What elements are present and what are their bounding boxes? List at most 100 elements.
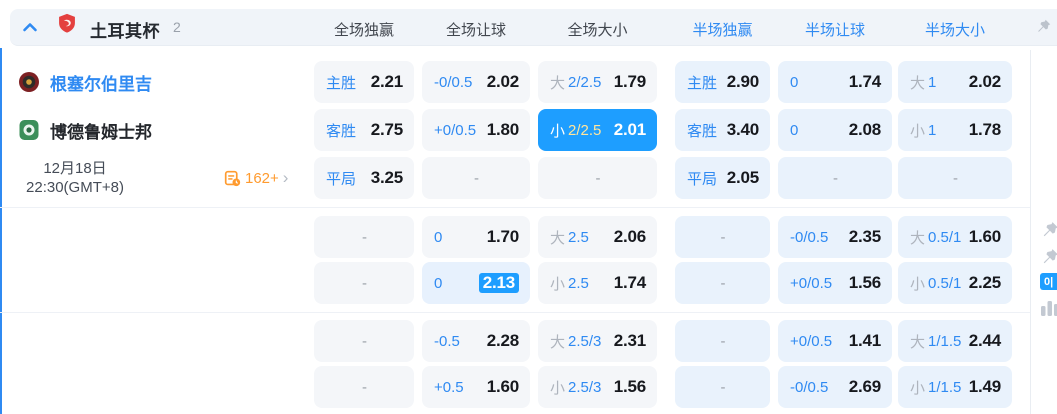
odds-value: 2.31 — [613, 331, 646, 350]
odds-value: 2.13 — [478, 273, 519, 293]
pushpin-icon[interactable] — [1040, 247, 1057, 267]
handicap-line: +0/0.5 — [790, 274, 833, 292]
bet-label: 客胜 — [326, 122, 357, 140]
handicap-line: 2/2.5 — [568, 73, 602, 91]
odds-value: 1.70 — [486, 227, 519, 246]
document-clock-icon — [224, 170, 241, 187]
odds-value: 2.69 — [848, 377, 881, 396]
handicap-line: -0/0.5 — [790, 378, 829, 396]
collapse-chevron-up-icon[interactable] — [20, 17, 40, 37]
bet-option: 客胜 — [687, 120, 717, 141]
column-header-halftime-handicap: 半场让球 — [804, 22, 865, 39]
odds-value: 1.80 — [486, 120, 519, 139]
bet-option: +0/0.5 — [434, 122, 476, 139]
bet-option: 0 — [790, 122, 798, 139]
odds-value: 2.02 — [486, 72, 519, 91]
odds-cell[interactable]: 平局 2.05 — [675, 157, 770, 199]
odds-cell[interactable]: 主胜 2.21 — [314, 61, 414, 103]
handicap-line: 2/2.5 — [568, 121, 602, 139]
odds-value: 2.21 — [370, 72, 403, 91]
odds-cell[interactable]: -0/0.5 2.35 — [778, 216, 892, 258]
odds-cell[interactable]: 主胜 2.90 — [675, 61, 770, 103]
bet-option: 大 2.5 — [550, 227, 589, 248]
odds-cell[interactable]: 客胜 2.75 — [314, 109, 414, 151]
odds-cell[interactable]: +0/0.5 1.56 — [778, 262, 892, 304]
odds-cell-empty: - — [314, 320, 414, 362]
column-header-fulltime-overunder: 全场大小 — [567, 22, 628, 39]
league-name: 土耳其杯 — [90, 22, 160, 41]
odds-value: 1.41 — [848, 331, 881, 350]
bet-option: 主胜 — [687, 72, 717, 93]
odds-cell-empty: - — [675, 366, 770, 408]
more-markets-count: 162+ — [245, 169, 279, 187]
away-team-badge — [18, 119, 40, 141]
home-team-badge — [18, 71, 40, 93]
odds-cell[interactable]: 0 1.74 — [778, 61, 892, 103]
odds-cell[interactable]: -0/0.5 2.02 — [422, 61, 530, 103]
away-team-row[interactable]: 博德鲁姆士邦 — [18, 109, 152, 151]
odds-cell-empty: - — [778, 157, 892, 199]
handicap-line: 1 — [928, 73, 937, 91]
bet-option: 小 0.5/1 — [910, 273, 961, 294]
odds-cell[interactable]: 大 0.5/1 1.60 — [898, 216, 1012, 258]
match-datetime: 12月18日 22:30(GMT+8) — [4, 159, 146, 197]
odds-cell[interactable]: 小 2/2.5 2.01 — [538, 109, 657, 151]
no-odds-dash: - — [953, 169, 958, 187]
odds-cell[interactable]: 小 1 1.78 — [898, 109, 1012, 151]
more-markets-link[interactable]: 162+ › — [224, 157, 288, 199]
bet-option: 小 2/2.5 — [550, 120, 601, 141]
odds-cell[interactable]: 大 2.5/3 2.31 — [538, 320, 657, 362]
odds-cell[interactable]: -0/0.5 2.69 — [778, 366, 892, 408]
betting-odds-panel: 土耳其杯 2 全场独赢 全场让球 全场大小 半场独赢 半场让球 半场大小 根塞尔… — [0, 0, 1057, 414]
bar-chart-icon[interactable] — [1040, 298, 1057, 316]
bet-option: 小 2.5 — [550, 273, 589, 294]
handicap-line: 0 — [434, 228, 443, 246]
odds-cell[interactable]: 小 0.5/1 2.25 — [898, 262, 1012, 304]
bet-label: 客胜 — [687, 122, 718, 140]
away-team-name: 博德鲁姆士邦 — [50, 122, 152, 142]
bet-label: 主胜 — [326, 74, 357, 92]
odds-value: 2.02 — [968, 72, 1001, 91]
odds-cell[interactable]: 大 1 2.02 — [898, 61, 1012, 103]
odds-cell[interactable]: 0 2.08 — [778, 109, 892, 151]
odds-cell[interactable]: 平局 3.25 — [314, 157, 414, 199]
odds-cell[interactable]: +0/0.5 1.80 — [422, 109, 530, 151]
odds-cell-empty: - — [898, 157, 1012, 199]
odds-cell[interactable]: 小 2.5 1.74 — [538, 262, 657, 304]
ou-prefix: 大 — [910, 74, 926, 92]
odds-cell[interactable]: 大 2/2.5 1.79 — [538, 61, 657, 103]
ou-prefix: 小 — [910, 122, 926, 140]
odds-cell-empty: - — [538, 157, 657, 199]
pushpin-icon[interactable] — [1040, 220, 1057, 240]
home-team-row[interactable]: 根塞尔伯里吉 — [18, 61, 152, 103]
handicap-line: +0/0.5 — [434, 121, 477, 139]
odds-cell[interactable]: 小 2.5/3 1.56 — [538, 366, 657, 408]
odds-cell[interactable]: 客胜 3.40 — [675, 109, 770, 151]
no-odds-dash: - — [362, 378, 367, 396]
odds-cell[interactable]: +0/0.5 1.41 — [778, 320, 892, 362]
handicap-line: -0.5 — [434, 332, 460, 350]
odds-cell[interactable]: 大 1/1.5 2.44 — [898, 320, 1012, 362]
handicap-line: 0 — [790, 121, 799, 139]
odds-cell[interactable]: 大 2.5 2.06 — [538, 216, 657, 258]
bet-option: 主胜 — [326, 72, 356, 93]
bet-option: 大 2/2.5 — [550, 72, 601, 93]
column-header-halftime-1x2: 半场独赢 — [692, 22, 753, 39]
odds-cell[interactable]: 0 1.70 — [422, 216, 530, 258]
column-header-fulltime-1x2: 全场独赢 — [333, 22, 394, 39]
odds-cell[interactable]: 小 1/1.5 1.49 — [898, 366, 1012, 408]
odds-value: 1.78 — [968, 120, 1001, 139]
odds-value: 2.35 — [848, 227, 881, 246]
handicap-line: -0/0.5 — [434, 73, 473, 91]
odds-format-badge[interactable]: 0| — [1040, 273, 1057, 290]
section-divider — [0, 207, 1030, 208]
handicap-line: 1/1.5 — [928, 378, 962, 396]
bet-option: 客胜 — [326, 120, 356, 141]
odds-cell[interactable]: -0.5 2.28 — [422, 320, 530, 362]
pushpin-icon[interactable] — [1035, 18, 1052, 35]
home-team-name: 根塞尔伯里吉 — [50, 74, 152, 94]
odds-cell[interactable]: +0.5 1.60 — [422, 366, 530, 408]
ou-prefix: 大 — [910, 229, 926, 247]
bet-option: 大 0.5/1 — [910, 227, 961, 248]
odds-cell[interactable]: 0 2.13 — [422, 262, 530, 304]
